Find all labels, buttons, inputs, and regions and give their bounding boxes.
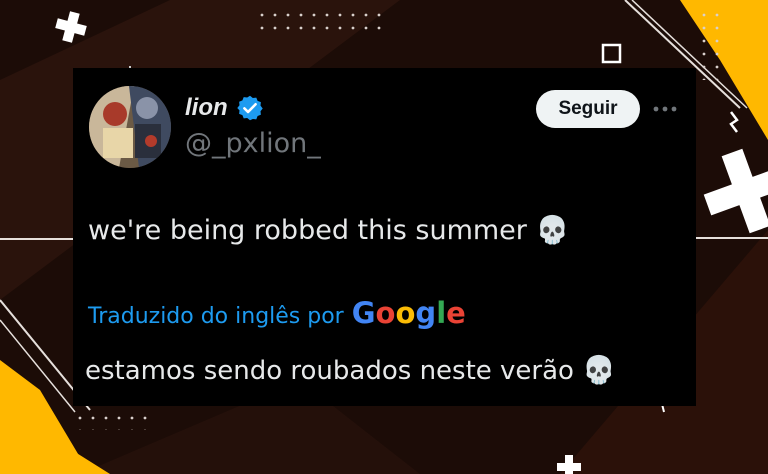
google-logo: Google — [351, 296, 466, 330]
more-icon[interactable] — [652, 104, 678, 114]
display-name[interactable]: lion — [185, 94, 228, 122]
translated-text: estamos sendo roubados neste verão 💀 — [85, 354, 616, 386]
tweet-text: we're being robbed this summer 💀 — [88, 214, 569, 246]
skull-emoji: 💀 — [582, 355, 616, 386]
translated-text-content: estamos sendo roubados neste verão — [85, 356, 574, 386]
user-handle[interactable]: @_pxlion_ — [185, 128, 321, 159]
skull-emoji: 💀 — [535, 215, 570, 246]
translation-attribution[interactable]: Traduzido do inglês por Google — [88, 296, 466, 330]
avatar[interactable] — [89, 86, 171, 168]
tweet-text-content: we're being robbed this summer — [88, 215, 527, 246]
verified-badge-icon — [236, 95, 263, 121]
follow-button[interactable]: Seguir — [536, 90, 640, 128]
tweet-card: lion @_pxlion_ Seguir we're being robbed… — [73, 68, 696, 406]
translation-label[interactable]: Traduzido do inglês por — [88, 304, 344, 329]
